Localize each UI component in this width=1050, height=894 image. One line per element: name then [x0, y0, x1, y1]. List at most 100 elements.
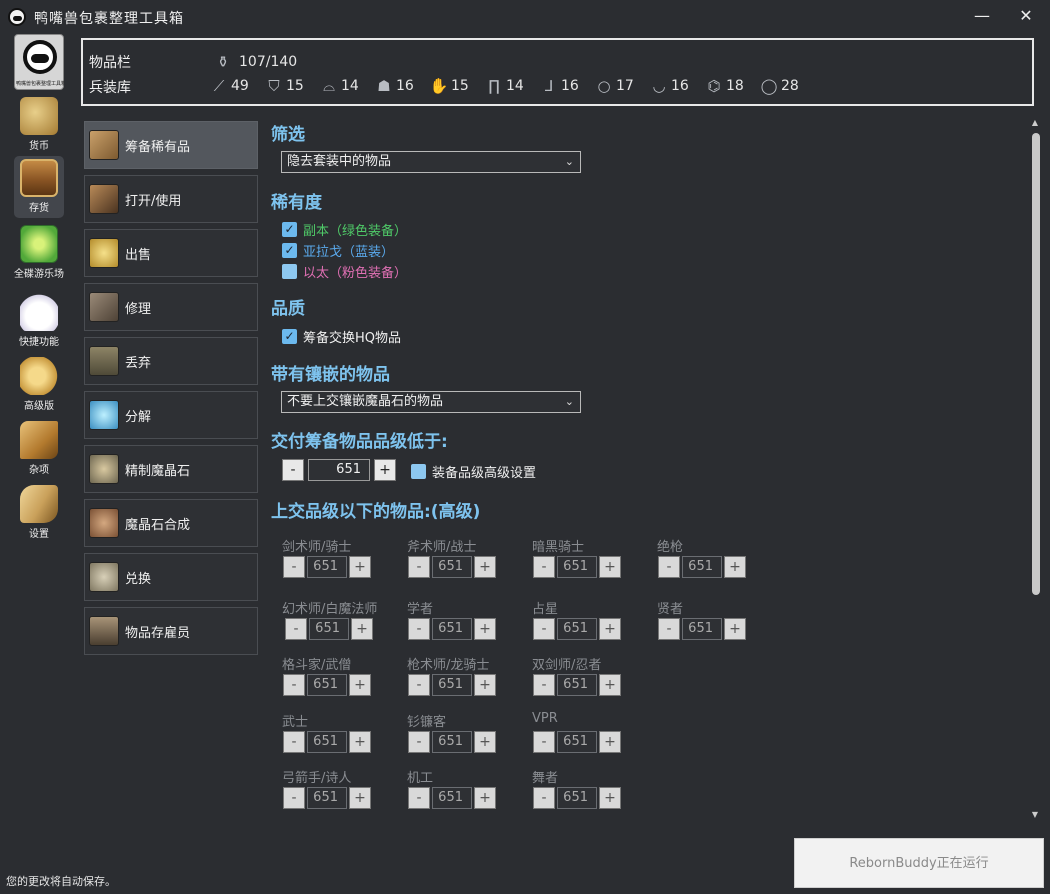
- scrollbar-thumb[interactable]: [1032, 133, 1040, 595]
- increment-button[interactable]: +: [349, 674, 371, 696]
- decrement-button[interactable]: -: [408, 618, 430, 640]
- app-logo-icon: [8, 8, 26, 26]
- decrement-button[interactable]: -: [533, 556, 555, 578]
- job-ilvl-input[interactable]: 651: [307, 556, 347, 578]
- decrement-button[interactable]: -: [408, 556, 430, 578]
- ilvl-stepper: - 651 +: [282, 459, 396, 481]
- armory-slot: ∏ 14: [484, 76, 539, 96]
- decrement-button[interactable]: -: [283, 674, 305, 696]
- increment-button[interactable]: +: [599, 731, 621, 753]
- increment-button[interactable]: +: [724, 556, 746, 578]
- category-open-use[interactable]: 打开/使用: [84, 175, 258, 223]
- close-button[interactable]: ✕: [1008, 4, 1044, 28]
- nav-item-inventory[interactable]: 存货: [14, 156, 64, 218]
- increment-button[interactable]: +: [474, 787, 496, 809]
- increment-button[interactable]: +: [474, 556, 496, 578]
- chevron-down-icon: ⌄: [564, 155, 574, 168]
- nav-item-shortcuts[interactable]: 快捷功能: [14, 290, 64, 352]
- increment-button[interactable]: +: [724, 618, 746, 640]
- job-ilvl-input[interactable]: 651: [307, 674, 347, 696]
- rarity-title: 稀有度: [271, 193, 322, 213]
- decrement-button[interactable]: -: [658, 556, 680, 578]
- ilvl-input[interactable]: 651: [308, 459, 370, 481]
- job-ilvl-input[interactable]: 651: [557, 787, 597, 809]
- armory-slot: ⅃ 16: [539, 76, 594, 96]
- rarity-allagan-checkbox[interactable]: ✓ 亚拉戈（蓝装）: [282, 241, 394, 260]
- armory-count: 14: [341, 78, 359, 94]
- increment-button[interactable]: +: [599, 674, 621, 696]
- increment-button[interactable]: +: [474, 674, 496, 696]
- nav-item-gold-saucer[interactable]: 全碟游乐场: [14, 222, 64, 284]
- decrement-button[interactable]: -: [283, 787, 305, 809]
- job-ilvl-input[interactable]: 651: [432, 787, 472, 809]
- decrement-button[interactable]: -: [658, 618, 680, 640]
- job-ilvl-input[interactable]: 651: [557, 556, 597, 578]
- increment-button[interactable]: +: [351, 618, 373, 640]
- increment-button[interactable]: +: [599, 556, 621, 578]
- job-ilvl-input[interactable]: 651: [307, 731, 347, 753]
- advanced-ilvl-checkbox[interactable]: 装备品级高级设置: [411, 462, 536, 481]
- job-ilvl-input[interactable]: 651: [682, 618, 722, 640]
- job-stepper: - 651 +: [408, 674, 496, 696]
- job-ilvl-input[interactable]: 651: [432, 674, 472, 696]
- materia-transmute-icon: [89, 508, 119, 538]
- job-ilvl-input[interactable]: 651: [307, 787, 347, 809]
- increment-button[interactable]: +: [599, 618, 621, 640]
- job-ilvl-input[interactable]: 651: [432, 731, 472, 753]
- armory-count: 16: [671, 78, 689, 94]
- category-sell[interactable]: 出售: [84, 229, 258, 277]
- minimize-button[interactable]: —: [964, 4, 1000, 28]
- decrement-button[interactable]: -: [408, 674, 430, 696]
- decrement-button[interactable]: -: [533, 674, 555, 696]
- materia-dropdown[interactable]: 不要上交镶嵌魔晶石的物品 ⌄: [281, 391, 581, 413]
- decrement-button[interactable]: -: [283, 731, 305, 753]
- category-discard[interactable]: 丢弃: [84, 337, 258, 385]
- decrement-button[interactable]: -: [408, 787, 430, 809]
- increment-button[interactable]: +: [374, 459, 396, 481]
- nav-item-misc[interactable]: 杂项: [14, 418, 64, 480]
- job-ilvl-input[interactable]: 651: [309, 618, 349, 640]
- nav-item-premium[interactable]: 高级版: [14, 354, 64, 416]
- category-extract-materia[interactable]: 精制魔晶石: [84, 445, 258, 493]
- run-status-button[interactable]: RebornBuddy正在运行: [794, 838, 1044, 888]
- decrement-button[interactable]: -: [408, 731, 430, 753]
- decrement-button[interactable]: -: [285, 618, 307, 640]
- job-stepper: - 651 +: [658, 618, 746, 640]
- decrement-button[interactable]: -: [533, 618, 555, 640]
- increment-button[interactable]: +: [349, 731, 371, 753]
- rarity-dungeon-checkbox[interactable]: ✓ 副本（绿色装备）: [282, 220, 407, 239]
- job-label: 武士: [282, 715, 309, 730]
- hq-checkbox[interactable]: ✓ 筹备交换HQ物品: [282, 327, 401, 346]
- filter-dropdown[interactable]: 隐去套装中的物品 ⌄: [281, 151, 581, 173]
- increment-button[interactable]: +: [474, 618, 496, 640]
- increment-button[interactable]: +: [599, 787, 621, 809]
- category-desynth[interactable]: 分解: [84, 391, 258, 439]
- category-label: 物品存雇员: [125, 625, 191, 641]
- scroll-down-icon[interactable]: ▼: [1030, 810, 1040, 820]
- increment-button[interactable]: +: [349, 556, 371, 578]
- decrement-button[interactable]: -: [282, 459, 304, 481]
- category-retainer[interactable]: 物品存雇员: [84, 607, 258, 655]
- job-ilvl-input[interactable]: 651: [557, 731, 597, 753]
- job-ilvl-input[interactable]: 651: [557, 674, 597, 696]
- decrement-button[interactable]: -: [533, 731, 555, 753]
- category-materia-transmute[interactable]: 魔晶石合成: [84, 499, 258, 547]
- job-ilvl-input[interactable]: 651: [432, 556, 472, 578]
- nav-item-currency[interactable]: 货币: [14, 94, 64, 156]
- job-ilvl-input[interactable]: 651: [682, 556, 722, 578]
- nav-item-settings[interactable]: 设置: [14, 482, 64, 544]
- category-expert-delivery[interactable]: 筹备稀有品: [84, 121, 258, 169]
- category-exchange[interactable]: 兑换: [84, 553, 258, 601]
- job-ilvl-input[interactable]: 651: [557, 618, 597, 640]
- category-repair[interactable]: 修理: [84, 283, 258, 331]
- job-ilvl-input[interactable]: 651: [432, 618, 472, 640]
- increment-button[interactable]: +: [474, 731, 496, 753]
- rarity-aetherial-checkbox[interactable]: 以太（粉色装备）: [282, 262, 407, 281]
- nav-label: 存货: [29, 203, 49, 214]
- increment-button[interactable]: +: [349, 787, 371, 809]
- scroll-up-icon[interactable]: ▲: [1030, 118, 1040, 128]
- advanced-title: 上交品级以下的物品:(高级): [271, 502, 481, 522]
- decrement-button[interactable]: -: [283, 556, 305, 578]
- inventory-summary: 物品栏 ⚱ 107/140 兵装库 ⟋ 49 ⛉ 15 ⌓ 14 ☗ 16 ✋ 15 ∏ 1…: [81, 38, 1034, 106]
- decrement-button[interactable]: -: [533, 787, 555, 809]
